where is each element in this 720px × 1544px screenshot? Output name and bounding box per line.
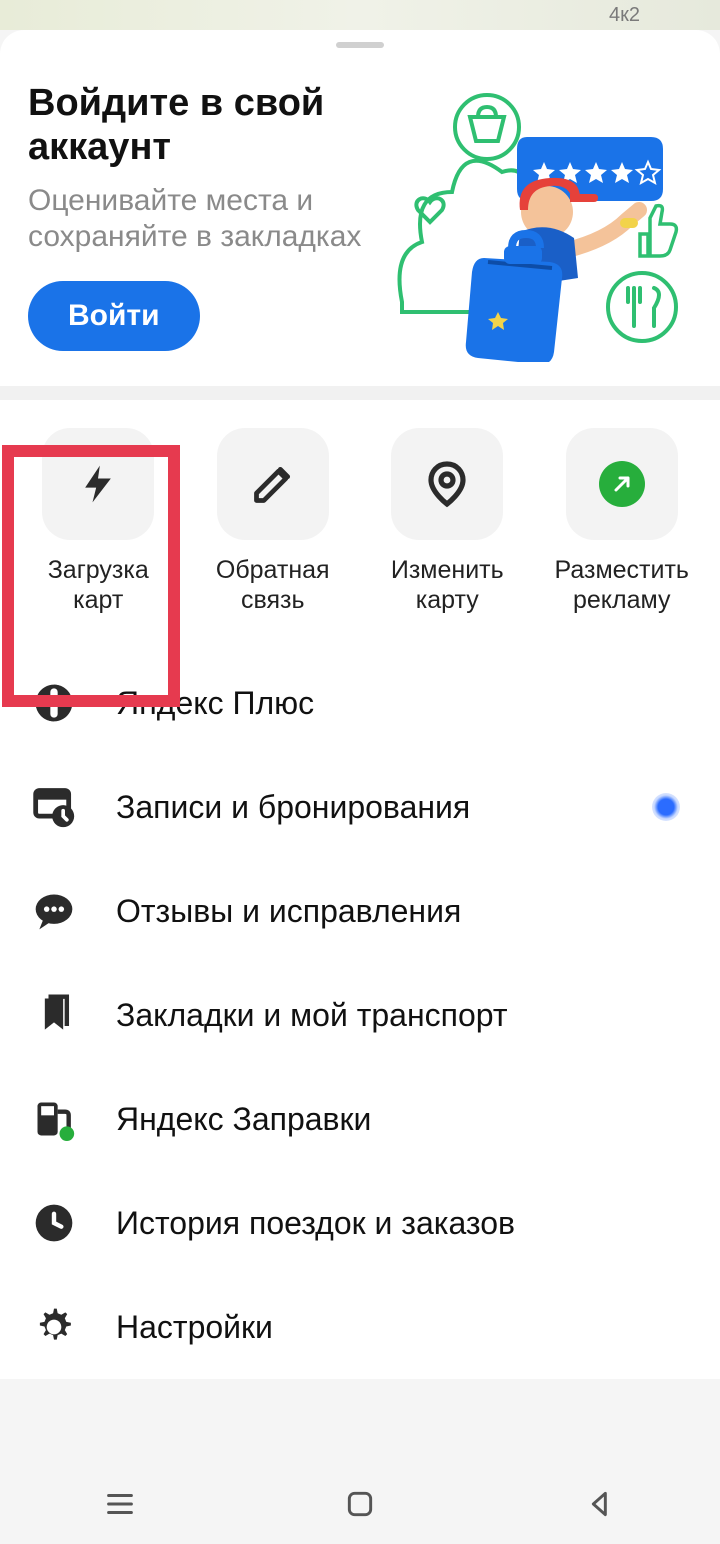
- menu-item-yandex-plus[interactable]: Яндекс Плюс: [0, 651, 720, 755]
- login-illustration: [392, 82, 692, 362]
- login-text-block: Войдите в свой аккаунт Оценивайте места …: [28, 82, 376, 362]
- map-building-label: 4к2: [609, 4, 640, 27]
- arrow-up-green-icon: [566, 428, 678, 540]
- nav-home-button[interactable]: [336, 1480, 384, 1528]
- gear-icon: [32, 1305, 76, 1349]
- quick-action-label: Разместить рекламу: [546, 556, 699, 615]
- menu-list: Яндекс Плюс Записи и бронирования Отзывы…: [0, 639, 720, 1379]
- nav-recents-button[interactable]: [96, 1480, 144, 1528]
- clock-icon: [32, 1201, 76, 1245]
- menu-item-label: Яндекс Плюс: [116, 685, 688, 722]
- quick-action-label: Обратная связь: [197, 556, 350, 615]
- quick-actions-row: Загрузка карт Обратная связь Изменить ка…: [0, 400, 720, 639]
- menu-item-label: Яндекс Заправки: [116, 1101, 688, 1138]
- pin-icon: [391, 428, 503, 540]
- menu-item-history[interactable]: История поездок и заказов: [0, 1171, 720, 1275]
- chat-icon: [32, 889, 76, 933]
- pencil-icon: [217, 428, 329, 540]
- login-title: Войдите в свой аккаунт: [28, 82, 376, 169]
- notification-dot-icon: [652, 793, 680, 821]
- bolt-icon: [42, 428, 154, 540]
- bookmark-icon: [32, 993, 76, 1037]
- menu-item-label: Записи и бронирования: [116, 789, 612, 826]
- map-background: 4к2: [0, 0, 720, 30]
- quick-action-download-maps[interactable]: Загрузка карт: [22, 428, 175, 615]
- menu-item-label: Закладки и мой транспорт: [116, 997, 688, 1034]
- quick-action-advertise[interactable]: Разместить рекламу: [546, 428, 699, 615]
- menu-item-label: Отзывы и исправления: [116, 893, 688, 930]
- menu-item-label: Настройки: [116, 1309, 688, 1346]
- quick-action-edit-map[interactable]: Изменить карту: [371, 428, 524, 615]
- menu-item-reviews[interactable]: Отзывы и исправления: [0, 859, 720, 963]
- menu-item-settings[interactable]: Настройки: [0, 1275, 720, 1379]
- fuel-icon: [32, 1097, 76, 1141]
- quick-action-label: Загрузка карт: [22, 556, 175, 615]
- menu-item-bookings[interactable]: Записи и бронирования: [0, 755, 720, 859]
- menu-item-label: История поездок и заказов: [116, 1205, 688, 1242]
- calendar-clock-icon: [32, 785, 76, 829]
- quick-action-label: Изменить карту: [371, 556, 524, 615]
- login-button[interactable]: Войти: [28, 281, 200, 351]
- login-subtitle: Оценивайте места и сохраняйте в закладка…: [28, 183, 376, 255]
- menu-sheet: Войдите в свой аккаунт Оценивайте места …: [0, 30, 720, 1379]
- quick-action-feedback[interactable]: Обратная связь: [197, 428, 350, 615]
- menu-item-bookmarks[interactable]: Закладки и мой транспорт: [0, 963, 720, 1067]
- menu-item-fuel[interactable]: Яндекс Заправки: [0, 1067, 720, 1171]
- plus-circle-icon: [32, 681, 76, 725]
- login-card: Войдите в свой аккаунт Оценивайте места …: [0, 66, 720, 400]
- nav-back-button[interactable]: [576, 1480, 624, 1528]
- system-navbar: [0, 1464, 720, 1544]
- drag-handle[interactable]: [336, 42, 384, 48]
